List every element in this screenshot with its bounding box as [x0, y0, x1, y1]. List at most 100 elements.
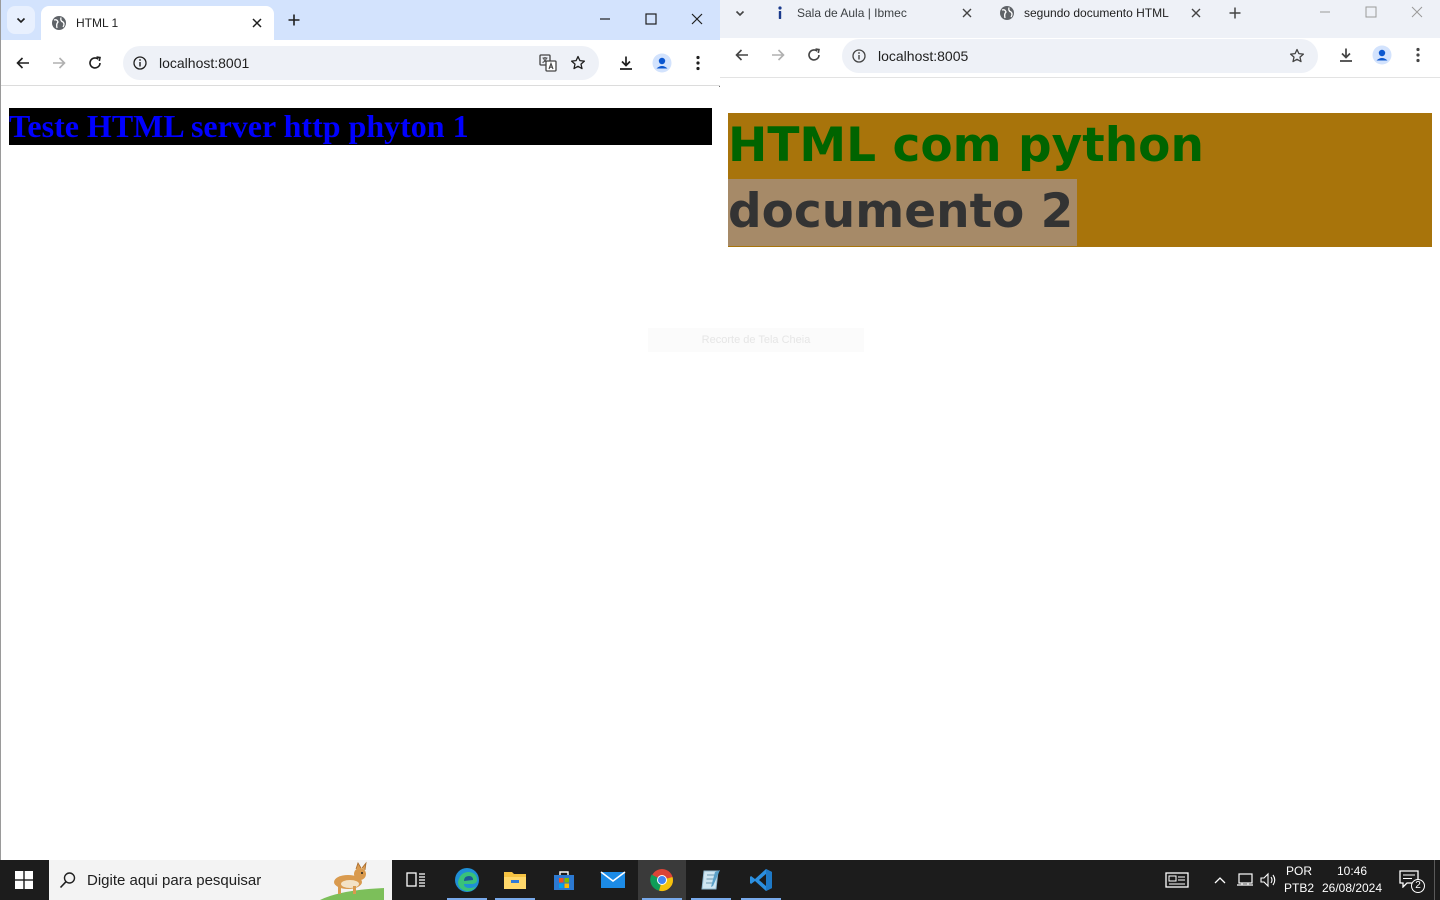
store-bag-icon: [552, 868, 576, 892]
browser-window-right: Sala de Aula | Ibmec segundo documento H…: [720, 0, 1440, 860]
menu-button[interactable]: [1402, 39, 1434, 71]
page-heading-line-2: documento 2: [728, 179, 1078, 246]
clock-button[interactable]: 10:46 26/08/2024: [1318, 860, 1386, 900]
site-info-icon[interactable]: [844, 41, 874, 71]
avatar-icon: [1372, 45, 1392, 65]
tab-title: HTML 1: [76, 16, 119, 30]
forward-button[interactable]: [43, 47, 75, 79]
clock-date: 26/08/2024: [1321, 881, 1383, 895]
taskbar-file-explorer[interactable]: [491, 860, 539, 900]
globe-icon: [51, 15, 67, 31]
reload-icon: [807, 48, 821, 62]
minimize-button[interactable]: [1302, 0, 1348, 31]
speaker-icon: [1259, 872, 1277, 888]
volume-button[interactable]: [1257, 860, 1279, 900]
tab-strip: HTML 1: [1, 0, 720, 40]
globe-icon: [999, 5, 1015, 21]
close-window-button[interactable]: [1394, 0, 1440, 31]
tab-search-button[interactable]: [726, 0, 754, 27]
address-bar[interactable]: localhost:8005: [842, 39, 1318, 73]
maximize-icon: [645, 13, 657, 25]
mail-icon: [600, 870, 626, 890]
avatar-icon: [652, 53, 672, 73]
task-view-button[interactable]: [392, 860, 440, 900]
arrow-right-icon: [771, 48, 785, 62]
address-text: localhost:8001: [159, 55, 250, 71]
search-placeholder: Digite aqui para pesquisar: [87, 871, 262, 889]
more-vertical-icon: [696, 55, 700, 71]
maximize-button[interactable]: [628, 0, 674, 38]
search-highlight-illustration-icon: [320, 860, 384, 900]
profile-button[interactable]: [646, 47, 678, 79]
network-button[interactable]: [1234, 860, 1256, 900]
show-hidden-icons-button[interactable]: [1208, 860, 1232, 900]
taskbar-chrome[interactable]: [638, 860, 686, 900]
vscode-icon: [749, 868, 773, 892]
tab-search-button[interactable]: [7, 6, 35, 34]
chevron-down-icon: [15, 14, 27, 26]
page-content: Teste HTML server http phyton 1: [1, 87, 720, 860]
address-bar[interactable]: localhost:8001: [123, 46, 599, 80]
start-button[interactable]: [0, 860, 48, 900]
downloads-button[interactable]: [610, 47, 642, 79]
windows-logo-icon: [15, 871, 33, 889]
back-button[interactable]: [7, 47, 39, 79]
browser-toolbar: localhost:8001: [1, 40, 720, 86]
tab-title: segundo documento HTML: [1024, 6, 1169, 20]
tab-sala-de-aula[interactable]: Sala de Aula | Ibmec: [764, 0, 986, 26]
taskbar: Digite aqui para pesquisar POR PTB2 10:4…: [0, 860, 1440, 900]
maximize-button[interactable]: [1348, 0, 1394, 31]
close-window-button[interactable]: [674, 0, 720, 38]
taskbar-vscode[interactable]: [737, 860, 785, 900]
site-info-icon[interactable]: [125, 48, 155, 78]
notepad-icon: [699, 868, 723, 892]
input-language-button[interactable]: POR PTB2: [1281, 860, 1317, 900]
news-widget-button[interactable]: [1160, 860, 1194, 900]
edge-browser-icon: [454, 867, 480, 893]
network-icon: [1236, 872, 1254, 888]
taskbar-search[interactable]: Digite aqui para pesquisar: [49, 860, 392, 900]
task-view-icon: [406, 871, 426, 889]
reload-button[interactable]: [798, 39, 830, 71]
bookmark-star-icon[interactable]: [1282, 41, 1312, 71]
close-tab-icon[interactable]: [248, 14, 266, 32]
clock-time: 10:46: [1336, 864, 1368, 878]
close-tab-icon[interactable]: [1187, 4, 1205, 22]
new-tab-button[interactable]: [1221, 0, 1249, 27]
taskbar-store[interactable]: [540, 860, 588, 900]
minimize-button[interactable]: [582, 0, 628, 38]
downloads-button[interactable]: [1330, 39, 1362, 71]
profile-button[interactable]: [1366, 39, 1398, 71]
forward-button[interactable]: [762, 39, 794, 71]
taskbar-notes-app[interactable]: [687, 860, 735, 900]
notifications-button[interactable]: 2: [1392, 860, 1428, 900]
arrow-left-icon: [735, 48, 749, 62]
download-icon: [1338, 47, 1354, 63]
bookmark-star-icon[interactable]: [563, 48, 593, 78]
browser-toolbar: localhost:8005: [720, 38, 1440, 78]
show-desktop-button[interactable]: [1434, 860, 1440, 900]
reload-icon: [88, 56, 102, 70]
arrow-right-icon: [52, 56, 66, 70]
search-icon: [49, 871, 87, 889]
keyboard-layout: PTB2: [1283, 881, 1314, 895]
tab-html-1[interactable]: HTML 1: [41, 6, 274, 40]
reload-button[interactable]: [79, 47, 111, 79]
close-tab-icon[interactable]: [958, 4, 976, 22]
info-icon: [772, 5, 788, 21]
close-icon: [691, 13, 703, 25]
page-heading: Teste HTML server http phyton 1: [9, 108, 712, 145]
menu-button[interactable]: [682, 47, 714, 79]
translate-icon[interactable]: [533, 48, 563, 78]
more-vertical-icon: [1416, 47, 1420, 63]
arrow-left-icon: [16, 56, 30, 70]
back-button[interactable]: [726, 39, 758, 71]
news-icon: [1165, 871, 1189, 889]
snip-overlay-hint: Recorte de Tela Cheia: [648, 328, 864, 352]
taskbar-mail[interactable]: [589, 860, 637, 900]
tab-segundo-documento[interactable]: segundo documento HTML: [991, 0, 1215, 26]
new-tab-button[interactable]: [280, 6, 308, 34]
language-code: POR: [1285, 864, 1312, 878]
taskbar-edge[interactable]: [443, 860, 491, 900]
plus-icon: [288, 14, 300, 26]
